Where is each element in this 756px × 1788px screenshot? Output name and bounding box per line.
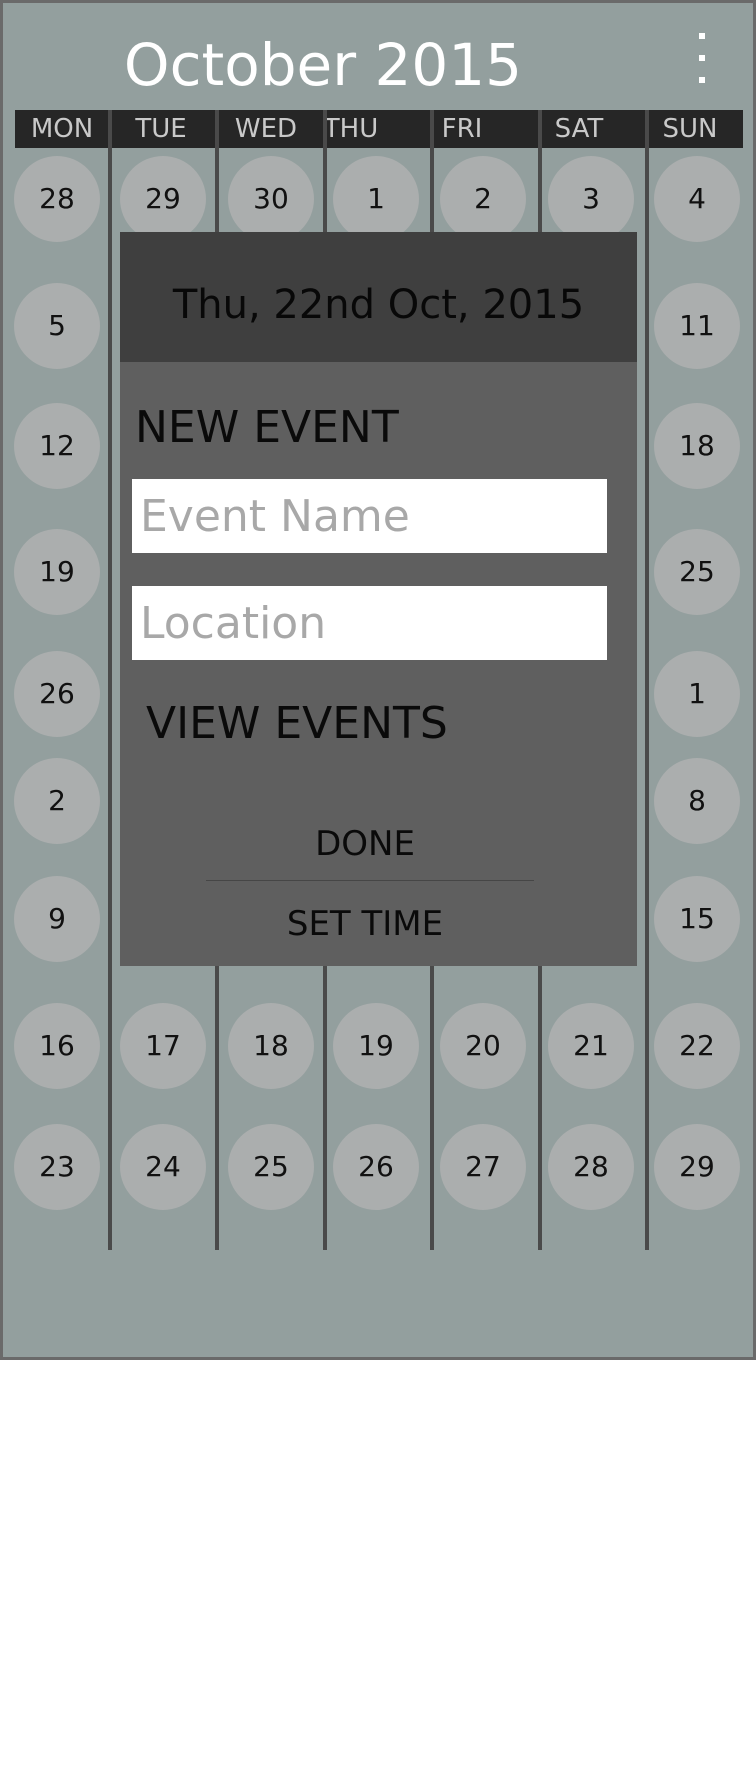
weekday-label: WED [234, 114, 298, 144]
day-cell[interactable]: 4 [654, 156, 740, 242]
day-cell[interactable]: 29 [120, 156, 206, 242]
day-cell[interactable]: 25 [228, 1124, 314, 1210]
location-input[interactable] [132, 586, 607, 660]
day-cell[interactable]: 26 [333, 1124, 419, 1210]
new-event-dialog: Thu, 22nd Oct, 2015 NEW EVENT VIEW EVENT… [120, 232, 637, 966]
day-cell[interactable]: 26 [14, 651, 100, 737]
day-cell[interactable]: 1 [654, 651, 740, 737]
day-cell[interactable]: 24 [120, 1124, 206, 1210]
selected-date: Thu, 22nd Oct, 2015 [172, 282, 585, 328]
day-cell[interactable]: 28 [548, 1124, 634, 1210]
day-cell[interactable]: 16 [14, 1003, 100, 1089]
weekday-label: THU [323, 114, 379, 144]
day-cell[interactable]: 22 [654, 1003, 740, 1089]
day-cell[interactable]: 20 [440, 1003, 526, 1089]
done-button[interactable]: DONE [120, 819, 610, 869]
weekday-label: TUE [135, 114, 187, 144]
month-title: October 2015 [123, 31, 523, 99]
column-divider [645, 110, 649, 1250]
day-cell[interactable]: 8 [654, 758, 740, 844]
calendar-screen: October 2015 MON TUE WED THU FRI SAT SUN… [0, 0, 756, 1360]
day-cell[interactable]: 15 [654, 876, 740, 962]
dialog-header: Thu, 22nd Oct, 2015 [120, 232, 637, 362]
weekday-header: MON TUE WED THU FRI SAT SUN [15, 110, 743, 148]
day-cell[interactable]: 11 [654, 283, 740, 369]
column-divider [108, 110, 112, 1250]
day-cell[interactable]: 17 [120, 1003, 206, 1089]
weekday-label: MON [30, 114, 94, 144]
day-cell[interactable]: 19 [333, 1003, 419, 1089]
day-cell[interactable]: 18 [654, 403, 740, 489]
event-name-input[interactable] [132, 479, 607, 553]
day-cell[interactable]: 19 [14, 529, 100, 615]
day-cell[interactable]: 30 [228, 156, 314, 242]
day-cell[interactable]: 9 [14, 876, 100, 962]
day-cell[interactable]: 2 [440, 156, 526, 242]
day-cell[interactable]: 5 [14, 283, 100, 369]
day-cell[interactable]: 21 [548, 1003, 634, 1089]
day-cell[interactable]: 18 [228, 1003, 314, 1089]
day-cell[interactable]: 3 [548, 156, 634, 242]
day-cell[interactable]: 27 [440, 1124, 526, 1210]
dialog-divider [206, 880, 534, 881]
day-cell[interactable]: 12 [14, 403, 100, 489]
day-cell[interactable]: 29 [654, 1124, 740, 1210]
day-cell[interactable]: 23 [14, 1124, 100, 1210]
weekday-label: SAT [554, 114, 604, 144]
more-vertical-icon[interactable] [684, 31, 720, 87]
set-time-button[interactable]: SET TIME [120, 899, 610, 949]
new-event-heading: NEW EVENT [135, 402, 399, 453]
day-cell[interactable]: 2 [14, 758, 100, 844]
day-cell[interactable]: 28 [14, 156, 100, 242]
day-cell[interactable]: 1 [333, 156, 419, 242]
view-events-button[interactable]: VIEW EVENTS [146, 698, 448, 749]
weekday-label: SUN [662, 114, 718, 144]
day-cell[interactable]: 25 [654, 529, 740, 615]
